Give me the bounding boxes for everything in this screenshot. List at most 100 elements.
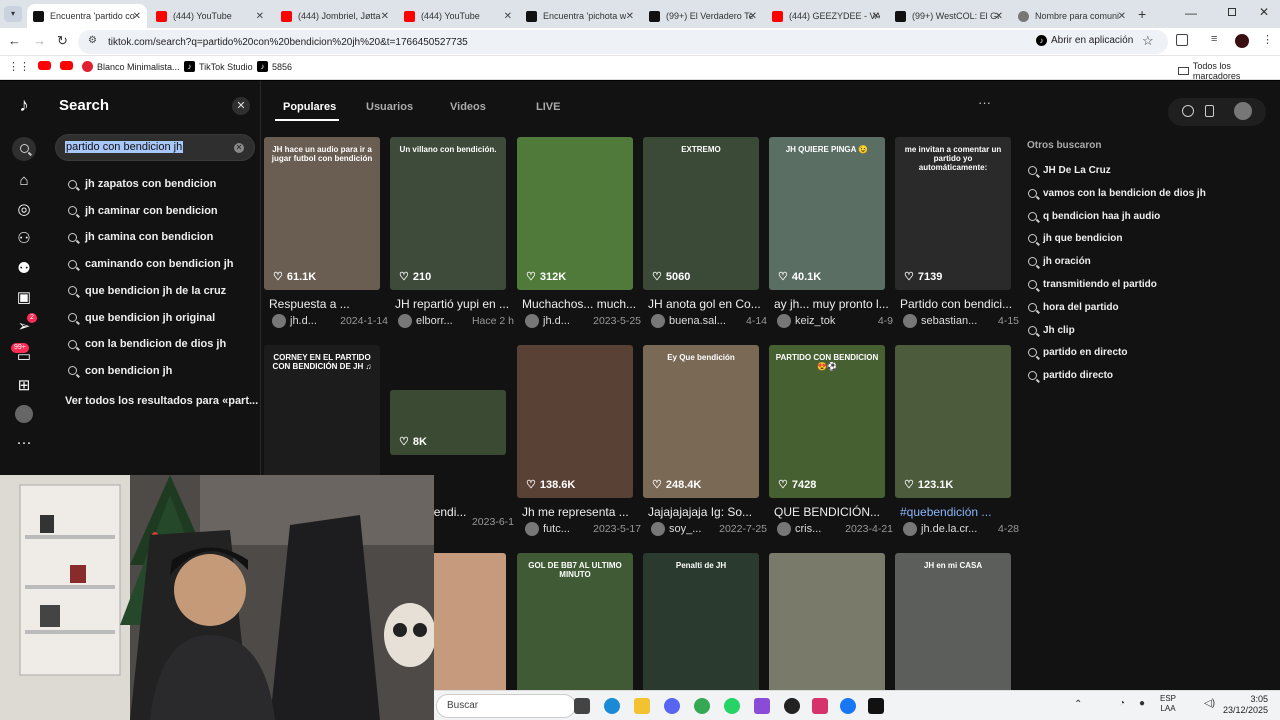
home-icon[interactable]: ⌂ — [14, 171, 34, 191]
author-avatar[interactable] — [903, 314, 917, 328]
browser-tab[interactable]: Encuentra 'pichota w ✕ — [520, 4, 640, 28]
back-button[interactable]: ← — [8, 33, 21, 48]
tab-close-icon[interactable]: ✕ — [626, 11, 634, 22]
tab-close-icon[interactable]: ✕ — [749, 11, 757, 22]
url-input[interactable]: ⚙ tiktok.com/search?q=partido%20con%20be… — [78, 30, 1168, 54]
video-card[interactable]: GOL DE BB7 AL ULTIMO MINUTO — [517, 553, 633, 706]
close-icon[interactable]: ✕ — [232, 97, 250, 115]
close-window-button[interactable]: ✕ — [1259, 5, 1269, 19]
video-card[interactable]: EXTREMO ♡ 5060 — [643, 137, 759, 290]
author-name[interactable]: futc... — [543, 523, 570, 535]
bookmark-youtube-1[interactable] — [38, 61, 51, 70]
video-card[interactable]: me invitan a comentar un partido yo auto… — [895, 137, 1011, 290]
edge-icon[interactable] — [604, 698, 620, 714]
chrome-icon[interactable] — [694, 698, 710, 714]
related-search-item[interactable]: partido directo — [1028, 370, 1113, 381]
related-search-item[interactable]: jh oración — [1028, 256, 1091, 267]
search-input[interactable]: partido con bendicion jh ✕ — [55, 134, 255, 161]
mic-icon[interactable]: ● — [1139, 698, 1145, 709]
video-card[interactable]: Un villano con bendición. ♡ 210 — [390, 137, 506, 290]
messages-icon[interactable]: ➢ 2 — [14, 313, 37, 337]
search-suggestion[interactable]: que bendicion jh original — [68, 312, 215, 324]
author-avatar[interactable] — [398, 314, 412, 328]
browser-tab[interactable]: (444) Jombriel, Jøtta ✕ — [275, 4, 395, 28]
related-search-item[interactable]: vamos con la bendicion de dios jh — [1028, 188, 1206, 199]
video-description[interactable]: JH anota gol en Co... — [648, 297, 764, 311]
browser-tab[interactable]: (444) GEEZYDEE - VA ✕ — [766, 4, 886, 28]
search-suggestion[interactable]: jh zapatos con bendicion — [68, 178, 216, 190]
extensions-icon[interactable] — [1176, 34, 1188, 46]
tab-search-menu-button[interactable]: ▾ — [4, 6, 22, 22]
results-tab[interactable]: Populares — [283, 101, 336, 113]
following-icon[interactable]: ⚇ — [14, 229, 34, 249]
video-description[interactable]: QUE BENDICIÓN... — [774, 505, 890, 519]
author-name[interactable]: sebastian... — [921, 315, 977, 327]
more-options-icon[interactable]: ··· — [978, 95, 991, 110]
minimize-button[interactable]: — — [1185, 6, 1197, 20]
video-card[interactable]: Penalti de JH — [643, 553, 759, 706]
author-name[interactable]: jh.de.la.cr... — [921, 523, 977, 535]
author-avatar[interactable] — [651, 314, 665, 328]
new-tab-button[interactable]: + — [1138, 6, 1146, 22]
video-description[interactable]: #quebendición ... — [900, 505, 1016, 519]
file-explorer-icon[interactable] — [634, 698, 650, 714]
browser-tab[interactable]: (99+) El Verdadero Te ✕ — [643, 4, 763, 28]
apps-grid-icon[interactable]: ⋮⋮ — [8, 60, 30, 73]
video-description[interactable]: Respuesta a ... — [269, 297, 385, 311]
search-suggestion[interactable]: jh camina con bendicion — [68, 231, 213, 243]
author-name[interactable]: soy_... — [669, 523, 701, 535]
facebook-icon[interactable] — [840, 698, 856, 714]
video-description[interactable]: Muchachos... much... — [522, 297, 638, 311]
tab-close-icon[interactable]: ✕ — [381, 11, 389, 22]
results-tab[interactable]: LIVE — [536, 101, 560, 113]
inbox-icon[interactable]: ▭ 99+ — [11, 343, 34, 367]
user-avatar[interactable] — [1234, 102, 1252, 120]
video-description[interactable]: Partido con bendici... — [900, 297, 1016, 311]
author-name[interactable]: jh.d... — [290, 315, 317, 327]
language-indicator[interactable]: ESP LAA — [1160, 694, 1176, 714]
tab-close-icon[interactable]: ✕ — [133, 11, 141, 22]
video-card[interactable]: JH en mi CASA — [895, 553, 1011, 706]
tab-close-icon[interactable]: ✕ — [872, 11, 880, 22]
video-card[interactable]: JH QUIERE PINGA 😉 ♡ 40.1K — [769, 137, 885, 290]
editor-app-icon[interactable] — [754, 698, 770, 714]
tab-close-icon[interactable]: ✕ — [1118, 11, 1126, 22]
author-name[interactable]: cris... — [795, 523, 821, 535]
bookmark-tiktok-studio[interactable]: ♪ TikTok Studio — [184, 61, 253, 72]
tab-close-icon[interactable]: ✕ — [995, 11, 1003, 22]
author-avatar[interactable] — [525, 522, 539, 536]
author-name[interactable]: keiz_tok — [795, 315, 835, 327]
tray-chevron-icon[interactable]: ⌃ — [1074, 699, 1082, 710]
author-avatar[interactable] — [651, 522, 665, 536]
author-name[interactable]: elborr... — [416, 315, 453, 327]
coins-icon[interactable] — [1182, 105, 1194, 117]
browser-tab[interactable]: (99+) WestCOL: El Gr ✕ — [889, 4, 1009, 28]
video-card[interactable]: PARTIDO CON BENDICION 😍⚽ ♡ 7428 — [769, 345, 885, 498]
browser-tab[interactable]: (444) YouTube ✕ — [398, 4, 518, 28]
live-icon[interactable]: ▣ — [14, 288, 34, 308]
author-name[interactable]: buena.sal... — [669, 315, 726, 327]
video-description[interactable]: Jh me representa ... — [522, 505, 638, 519]
related-search-item[interactable]: Jh clip — [1028, 325, 1075, 336]
system-clock[interactable]: 3:05 23/12/2025 — [1223, 694, 1268, 716]
device-icon[interactable] — [1205, 105, 1214, 117]
video-description[interactable]: JH repartió yupi en ... — [395, 297, 511, 311]
video-card[interactable]: ♡ 123.1K — [895, 345, 1011, 498]
related-search-item[interactable]: jh que bendicion — [1028, 233, 1122, 244]
profile-avatar-nav[interactable] — [15, 405, 33, 423]
browser-menu-icon[interactable]: ⋮ — [1262, 33, 1273, 46]
bookmark-canva[interactable]: Blanco Minimalista... — [82, 61, 180, 72]
author-avatar[interactable] — [777, 522, 791, 536]
results-tab[interactable]: Videos — [450, 101, 486, 113]
more-icon[interactable]: ··· — [14, 433, 34, 453]
site-info-icon[interactable]: ⚙ — [88, 35, 97, 46]
author-avatar[interactable] — [777, 314, 791, 328]
author-avatar[interactable] — [903, 522, 917, 536]
tiktok-taskbar-icon[interactable] — [868, 698, 884, 714]
bookmark-5856[interactable]: ♪ 5856 — [257, 61, 292, 72]
browser-tab[interactable]: (444) YouTube ✕ — [150, 4, 270, 28]
search-suggestion[interactable]: caminando con bendicion jh — [68, 258, 234, 270]
obs-icon[interactable] — [784, 698, 800, 714]
video-card[interactable]: JH hace un audio para ir a jugar futbol … — [264, 137, 380, 290]
friends-icon[interactable]: ⚉ — [14, 259, 34, 279]
